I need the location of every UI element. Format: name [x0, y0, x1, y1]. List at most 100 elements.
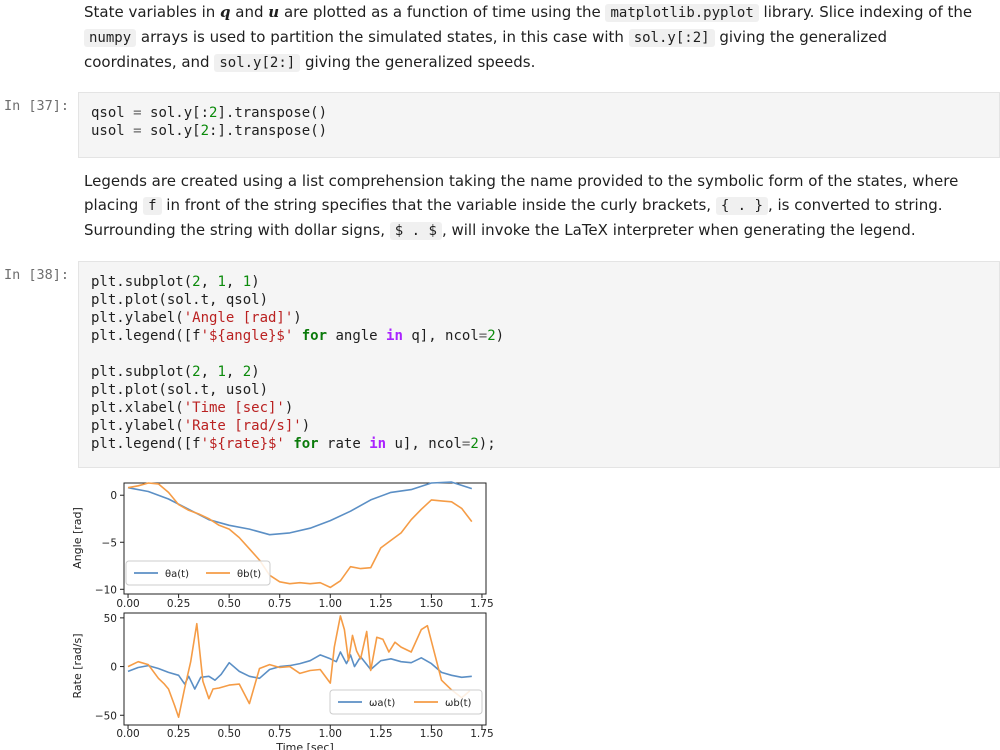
code-token: 2	[242, 364, 252, 380]
code-token: plt.legend([f	[91, 328, 201, 344]
legend-label: ωb(t)	[445, 698, 472, 709]
y-axis-label: Rate [rad/s]	[71, 634, 84, 699]
code-token: q], ncol	[402, 328, 479, 344]
code-token: 2	[192, 274, 201, 290]
x-tick-label: 1.25	[369, 728, 392, 740]
code-token: 1	[217, 274, 226, 290]
md-text: , will invoke the LaTeX interpreter when…	[441, 221, 916, 239]
inline-code: { . }	[715, 197, 768, 215]
code-token: ,	[225, 274, 243, 290]
code-token: u], ncol	[386, 436, 462, 452]
legend-label: ωa(t)	[369, 698, 395, 709]
code-line: usol = sol.y[2:].transpose()	[91, 122, 987, 140]
series-line-a	[127, 481, 473, 536]
code-token: usol	[91, 123, 134, 139]
code-token: sol.y[:	[141, 105, 210, 121]
code-token: plt.legend([f	[91, 436, 201, 452]
code-line: plt.plot(sol.t, usol)	[91, 381, 987, 399]
code-token: qsol	[91, 105, 134, 121]
legend-label: θb(t)	[237, 569, 261, 580]
inline-code: matplotlib.pyplot	[605, 4, 759, 22]
code-token: )	[251, 364, 260, 380]
code-token: =	[478, 328, 488, 344]
code-line: plt.subplot(2, 1, 1)	[91, 273, 987, 291]
code-editor[interactable]: qsol = sol.y[: 2 ].transpose() usol = sol.y…	[79, 93, 999, 151]
y-tick-label: 0	[110, 662, 117, 674]
md-text: State variables in	[84, 3, 221, 21]
code-token: rate	[318, 436, 370, 452]
x-tick-label: 0.00	[116, 728, 139, 740]
code-token: '${rate}$'	[200, 436, 285, 452]
code-token: =	[133, 123, 142, 139]
code-token: =	[133, 105, 142, 121]
markdown-cell-2: Legends are created using a list compreh…	[84, 169, 984, 243]
code-token: 'Rate [rad/s]'	[183, 418, 302, 434]
code-line: plt.plot(sol.t, qsol)	[91, 291, 987, 309]
code-token: 2	[487, 328, 496, 344]
cell-prompt-37: In [37]:	[4, 98, 70, 114]
code-line: plt.legend([f'${angle}$' for angle in q]…	[91, 327, 987, 345]
x-tick-label: 1.50	[420, 598, 443, 610]
code-token: plt.subplot(	[91, 364, 193, 380]
md-text: library. Slice indexing of the	[758, 3, 973, 21]
x-tick-label: 0.25	[167, 598, 190, 610]
code-token: 2	[192, 364, 201, 380]
md-text: arrays is used to partition the simulate…	[136, 28, 629, 46]
series-line-a	[127, 651, 472, 690]
code-token: )	[293, 310, 302, 326]
code-token: in	[386, 328, 403, 344]
md-text: giving the generalized speeds.	[300, 53, 536, 71]
code-token: )	[495, 328, 505, 344]
code-token: for	[293, 436, 319, 452]
code-line: plt.ylabel('Rate [rad/s]')	[91, 417, 987, 435]
md-text: in front of the string specifies that th…	[161, 196, 716, 214]
code-token: 1	[217, 364, 226, 380]
code-token: 2	[200, 123, 210, 139]
md-text: and	[230, 3, 269, 21]
code-line: plt.legend([f'${rate}$' for rate in u], …	[91, 435, 987, 453]
code-token: );	[478, 436, 496, 452]
x-tick-label: 1.75	[470, 728, 493, 740]
code-editor[interactable]: plt.subplot(2, 1, 1) plt.plot(sol.t, qsol…	[79, 262, 999, 464]
inline-code: sol.y[2:]	[214, 54, 301, 72]
y-tick-label: 50	[104, 613, 117, 625]
inline-code: sol.y[:2]	[628, 29, 715, 47]
code-token: in	[369, 436, 387, 452]
code-token: 2	[470, 436, 479, 452]
x-tick-label: 1.00	[319, 728, 342, 740]
code-token: 'Angle [rad]'	[183, 310, 294, 326]
code-token: plt.xlabel(	[91, 400, 184, 416]
code-token: )	[284, 400, 294, 416]
code-line: plt.ylabel('Angle [rad]')	[91, 309, 987, 327]
x-tick-label: 1.25	[369, 598, 392, 610]
x-tick-label: 0.50	[217, 598, 240, 610]
x-tick-label: 1.00	[319, 598, 342, 610]
x-axis-label: Time [sec]	[275, 741, 334, 750]
x-tick-label: 0.25	[167, 728, 190, 740]
md-text: are plotted as a function of time using …	[279, 3, 606, 21]
y-tick-label: 0	[110, 490, 117, 502]
math-q: q	[220, 3, 231, 21]
code-token: ].transpose()	[217, 105, 328, 121]
math-u: u	[268, 3, 280, 21]
code-token: plt.plot(sol.t, qsol)	[91, 292, 269, 308]
markdown-cell-1: State variables in q and u are plotted a…	[84, 0, 984, 75]
inline-code: numpy	[84, 29, 137, 47]
code-token: angle	[327, 328, 387, 344]
y-tick-label: −50	[95, 710, 117, 722]
cell-prompt-38: In [38]:	[4, 267, 70, 283]
y-axis-label: Angle [rad]	[71, 507, 84, 569]
code-token: 1	[242, 274, 252, 290]
y-tick-label: −10	[95, 584, 117, 596]
code-token: '${angle}$'	[200, 328, 294, 344]
code-cell-37[interactable]: qsol = sol.y[: 2 ].transpose() usol = sol.y…	[78, 92, 1000, 158]
code-token: :].transpose()	[209, 123, 328, 139]
code-token: )	[251, 274, 260, 290]
code-token: plt.subplot(	[91, 274, 193, 290]
code-token: plt.plot(sol.t, usol)	[91, 382, 269, 398]
x-tick-label: 0.50	[217, 728, 240, 740]
code-token: ,	[200, 274, 218, 290]
code-cell-38[interactable]: plt.subplot(2, 1, 1) plt.plot(sol.t, qsol…	[78, 261, 1000, 468]
